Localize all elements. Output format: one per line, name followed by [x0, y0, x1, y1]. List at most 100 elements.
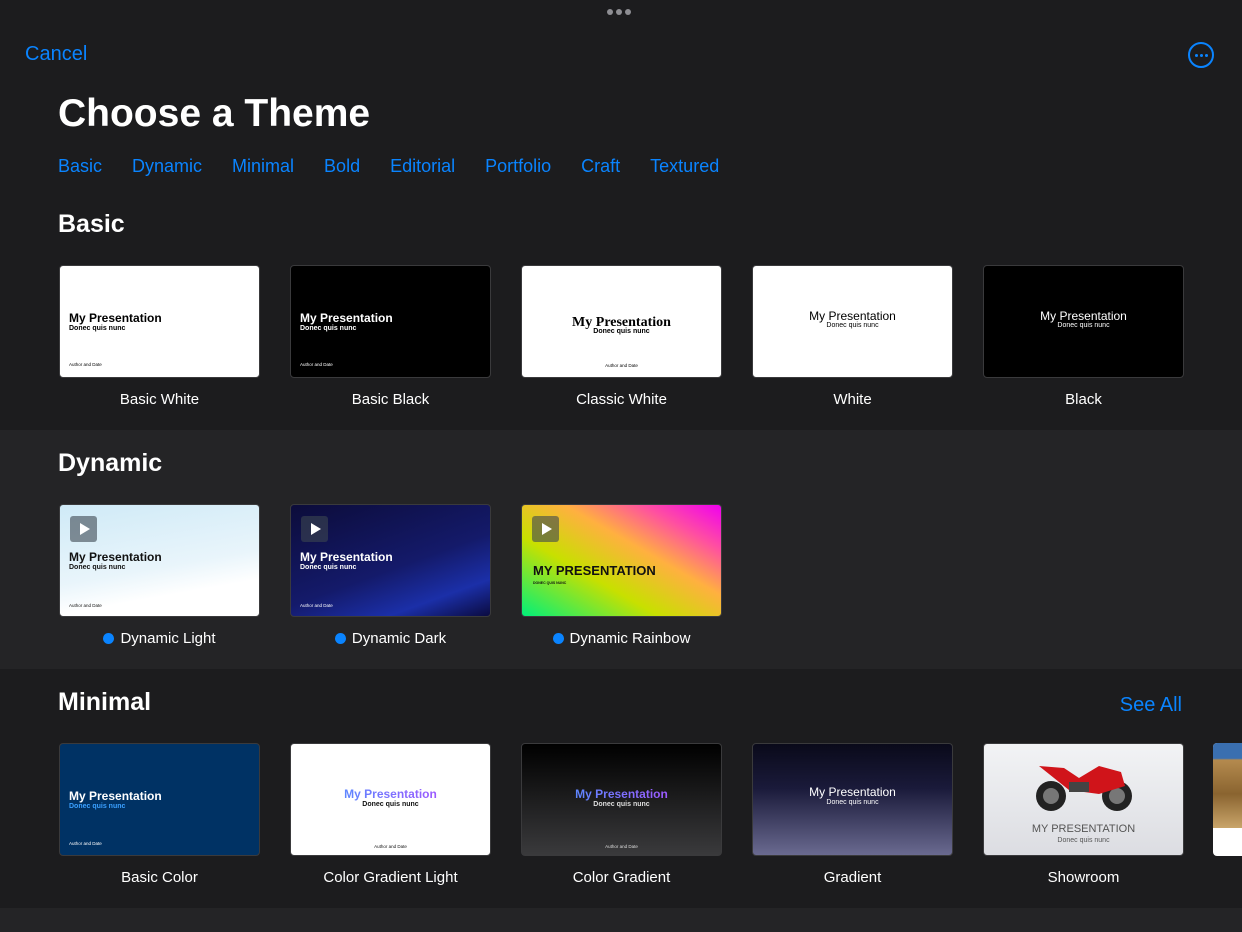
theme-thumbnail[interactable]: My Presentation Donec quis nunc Author and…	[59, 743, 260, 856]
see-all-button[interactable]: See All	[1120, 694, 1182, 717]
theme-name: Dynamic Light	[59, 630, 260, 647]
preview-title: My Presentation	[69, 311, 162, 325]
theme-thumbnail-partial[interactable]	[1213, 743, 1242, 856]
drag-handle[interactable]	[607, 9, 631, 15]
next-section	[0, 908, 1242, 932]
theme-thumbnail[interactable]: My Presentation Donec quis nunc Author and…	[290, 504, 491, 617]
theme-thumbnail[interactable]: My Presentation Donec quis nunc Author and…	[59, 265, 260, 378]
dynamic-indicator-icon	[103, 633, 115, 644]
preview-title: My Presentation	[809, 785, 896, 799]
theme-name: Color Gradient	[521, 869, 722, 886]
theme-name-label: Basic Color	[121, 869, 198, 886]
theme-thumbnail[interactable]: My Presentation Donec quis nunc Author and…	[521, 743, 722, 856]
preview-subtitle: Donec quis nunc	[826, 799, 879, 806]
preview-title: My Presentation	[300, 311, 393, 325]
theme-card[interactable]: My Presentation Donec quis nunc Author and…	[59, 265, 260, 408]
tab-textured[interactable]: Textured	[650, 156, 719, 177]
preview-subtitle: DONEC QUIS NUNC	[533, 581, 567, 585]
theme-card[interactable]: MY PRESENTATION Donec quis nunc Showroom	[983, 743, 1184, 886]
theme-thumbnail[interactable]: MY PRESENTATION DONEC QUIS NUNC	[521, 504, 722, 617]
theme-card[interactable]: MY PRESENTATION DONEC QUIS NUNC Dynamic Ra…	[521, 504, 722, 647]
theme-name-label: Dynamic Rainbow	[569, 630, 691, 647]
theme-thumbnail[interactable]: My Presentation Donec quis nunc Author and…	[290, 265, 491, 378]
preview-subtitle: Donec quis nunc	[69, 564, 126, 571]
preview-title: My Presentation	[69, 550, 162, 564]
preview-author: Author and Date	[69, 841, 102, 846]
preview-author: Author and Date	[605, 363, 638, 368]
theme-thumbnail[interactable]: My Presentation Donec quis nunc	[983, 265, 1184, 378]
theme-name: White	[752, 391, 953, 408]
preview-subtitle: Donec quis nunc	[362, 801, 419, 808]
tab-minimal[interactable]: Minimal	[232, 156, 294, 177]
theme-name-label: Color Gradient Light	[323, 869, 458, 886]
tab-portfolio[interactable]: Portfolio	[485, 156, 551, 177]
theme-name-label: Showroom	[1047, 869, 1120, 886]
section-title: Dynamic	[58, 449, 163, 477]
preview-title: My Presentation	[809, 309, 896, 323]
dynamic-indicator-icon	[552, 633, 564, 644]
theme-thumbnail[interactable]: My Presentation Donec quis nunc Author and…	[59, 504, 260, 617]
theme-name: Showroom	[983, 869, 1184, 886]
preview-author: Author and Date	[69, 362, 102, 367]
theme-thumbnail[interactable]: My Presentation Donec quis nunc Author and…	[521, 265, 722, 378]
preview-subtitle: Donec quis nunc	[593, 328, 650, 335]
preview-title: My Presentation	[291, 787, 490, 801]
theme-card[interactable]: My Presentation Donec quis nunc Black	[983, 265, 1184, 408]
ellipsis-circle-icon[interactable]	[1188, 42, 1214, 68]
theme-thumbnail[interactable]: My Presentation Donec quis nunc Author and…	[290, 743, 491, 856]
theme-card[interactable]: My Presentation Donec quis nunc Author and…	[59, 504, 260, 647]
preview-author: Author and Date	[374, 844, 407, 849]
preview-author: Author and Date	[300, 603, 333, 608]
play-icon	[532, 516, 559, 542]
section-title: Basic	[58, 210, 125, 238]
motorcycle-image	[1029, 756, 1139, 814]
tab-bold[interactable]: Bold	[324, 156, 360, 177]
tab-craft[interactable]: Craft	[581, 156, 620, 177]
theme-name: Dynamic Rainbow	[521, 630, 722, 647]
preview-subtitle: Donec quis nunc	[300, 564, 357, 571]
page-title: Choose a Theme	[58, 92, 371, 135]
theme-name: Black	[983, 391, 1184, 408]
theme-name: Basic White	[59, 391, 260, 408]
theme-name-label: Basic Black	[351, 391, 430, 408]
preview-title: My Presentation	[300, 550, 393, 564]
theme-card[interactable]: My Presentation Donec quis nunc Author and…	[290, 743, 491, 886]
theme-name: Dynamic Dark	[290, 630, 491, 647]
theme-name: Basic Color	[59, 869, 260, 886]
section-dynamic: Dynamic My Presentation Donec quis nunc Au…	[0, 430, 1242, 669]
theme-name: Classic White	[521, 391, 722, 408]
theme-name-label: Dynamic Dark	[351, 630, 447, 647]
theme-card[interactable]: My Presentation Donec quis nunc Author and…	[290, 504, 491, 647]
theme-thumbnail[interactable]: MY PRESENTATION Donec quis nunc	[983, 743, 1184, 856]
tab-editorial[interactable]: Editorial	[390, 156, 455, 177]
preview-title: My Presentation	[1040, 309, 1127, 323]
preview-title: My Presentation	[522, 787, 721, 801]
theme-card[interactable]: My Presentation Donec quis nunc Author and…	[290, 265, 491, 408]
section-minimal: Minimal See All My Presentation Donec qui…	[0, 669, 1242, 908]
theme-card[interactable]: My Presentation Donec quis nunc Author and…	[521, 265, 722, 408]
play-icon	[70, 516, 97, 542]
dynamic-indicator-icon	[334, 633, 346, 644]
cancel-button[interactable]: Cancel	[25, 43, 87, 66]
preview-subtitle: Donec quis nunc	[69, 803, 126, 810]
theme-name: Basic Black	[290, 391, 491, 408]
theme-card[interactable]: My Presentation Donec quis nunc Author and…	[521, 743, 722, 886]
theme-name-label: White	[833, 391, 872, 408]
theme-thumbnail[interactable]: My Presentation Donec quis nunc	[752, 743, 953, 856]
theme-card[interactable]: My Presentation Donec quis nunc Gradient	[752, 743, 953, 886]
tab-dynamic[interactable]: Dynamic	[132, 156, 202, 177]
theme-thumbnail[interactable]: My Presentation Donec quis nunc	[752, 265, 953, 378]
preview-title: MY PRESENTATION	[533, 563, 656, 578]
preview-subtitle: Donec quis nunc	[826, 322, 879, 329]
preview-author: Author and Date	[300, 362, 333, 367]
theme-name-label: Basic White	[119, 391, 200, 408]
theme-card[interactable]: My Presentation Donec quis nunc Author and…	[59, 743, 260, 886]
theme-name-label: Dynamic Light	[120, 630, 216, 647]
theme-card[interactable]: My Presentation Donec quis nunc White	[752, 265, 953, 408]
preview-title: My Presentation	[69, 789, 162, 803]
theme-name: Gradient	[752, 869, 953, 886]
preview-author: Author and Date	[605, 844, 638, 849]
preview-subtitle: Donec quis nunc	[1057, 837, 1110, 844]
section-basic: Basic My Presentation Donec quis nunc Auth…	[0, 191, 1242, 430]
tab-basic[interactable]: Basic	[58, 156, 102, 177]
